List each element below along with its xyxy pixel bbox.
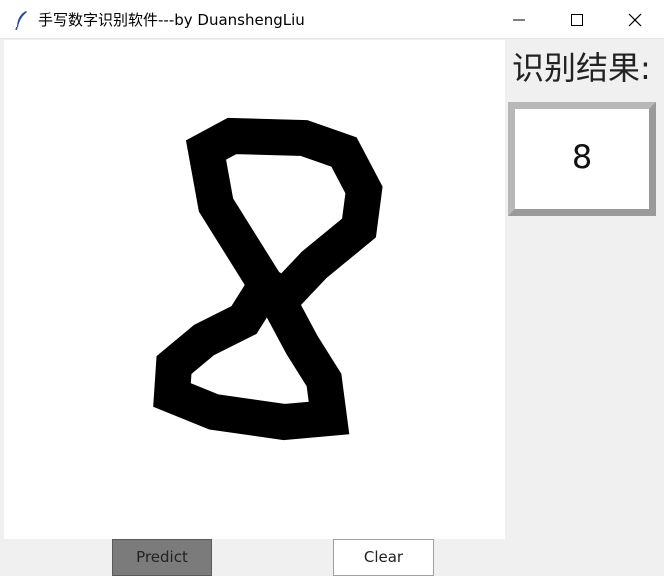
close-icon	[628, 13, 642, 27]
maximize-icon	[571, 14, 583, 26]
window-title: 手写数字识别软件---by DuanshengLiu	[38, 11, 305, 29]
maximize-button[interactable]	[548, 0, 606, 39]
minimize-button[interactable]	[490, 0, 548, 39]
minimize-icon	[513, 19, 525, 21]
result-label: 识别结果:	[512, 49, 651, 87]
drawing-canvas[interactable]	[4, 40, 505, 539]
clear-button[interactable]: Clear	[333, 539, 434, 576]
feather-icon	[14, 10, 30, 31]
result-display: 8	[508, 102, 656, 216]
result-value: 8	[571, 138, 593, 176]
title-bar: 手写数字识别软件---by DuanshengLiu	[0, 0, 664, 39]
close-button[interactable]	[606, 0, 664, 39]
predict-button[interactable]: Predict	[112, 539, 212, 576]
handwritten-digit-drawing	[153, 117, 383, 441]
